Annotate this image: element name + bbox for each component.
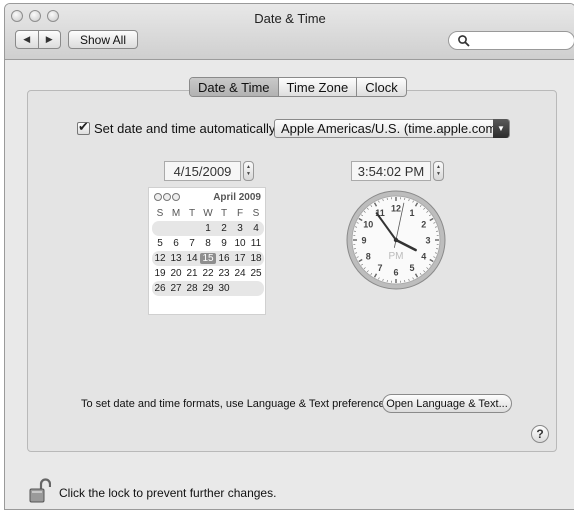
- calendar-day[interactable]: 20: [168, 268, 184, 279]
- calendar-weekday: S: [156, 208, 164, 219]
- clock-number: 2: [421, 220, 426, 230]
- help-icon[interactable]: ?: [531, 425, 549, 443]
- calendar-weekday: W: [203, 208, 213, 219]
- tab-clock[interactable]: Clock: [356, 78, 406, 96]
- calendar-week-row: 26 27 28 29 30: [152, 281, 264, 296]
- date-field[interactable]: 4/15/2009: [164, 161, 241, 181]
- clock-number: 6: [393, 268, 398, 278]
- calendar-day[interactable]: 7: [184, 238, 200, 249]
- calendar-day[interactable]: 22: [200, 268, 216, 279]
- preferences-window: Date & Time ◀ ▶ Show All Date & Time Tim…: [4, 3, 574, 510]
- auto-time-row: Set date and time automatically:: [77, 119, 279, 138]
- calendar-day[interactable]: 27: [168, 283, 184, 294]
- calendar-weekday-row: SMTWTFS: [152, 206, 264, 221]
- clock-number: 10: [363, 220, 373, 230]
- clock-number: 3: [425, 236, 430, 246]
- calendar-weekday: F: [236, 208, 244, 219]
- clock-number: 12: [391, 204, 401, 214]
- open-lock-icon[interactable]: [29, 478, 51, 504]
- calendar-day[interactable]: 10: [232, 238, 248, 249]
- calendar-weekday: S: [252, 208, 260, 219]
- calendar-day[interactable]: 17: [232, 253, 248, 264]
- calendar-day[interactable]: 26: [152, 283, 168, 294]
- clock-center-pin: [393, 237, 399, 243]
- tab-date-time[interactable]: Date & Time: [190, 78, 278, 96]
- forward-button[interactable]: ▶: [37, 31, 61, 48]
- lock-text: Click the lock to prevent further change…: [59, 486, 277, 500]
- time-stepper[interactable]: ▲ ▼: [433, 161, 444, 181]
- time-field[interactable]: 3:54:02 PM: [351, 161, 431, 181]
- auto-time-label: Set date and time automatically:: [94, 121, 279, 136]
- calendar-day[interactable]: 15: [200, 253, 216, 264]
- calendar-day[interactable]: 14: [184, 253, 200, 264]
- calendar-day[interactable]: 23: [216, 268, 232, 279]
- window-title: Date & Time: [254, 11, 326, 26]
- title-bar: Date & Time ◀ ▶ Show All: [5, 4, 574, 60]
- calendar-week-row: 5 6 7 8 9 10 11: [152, 236, 264, 251]
- calendar-day[interactable]: 8: [200, 238, 216, 249]
- calendar-day[interactable]: 24: [232, 268, 248, 279]
- calendar: April 2009 S M T W T F S 1 2 3 4 5 6 7 8 9 10 11 12 13 14 15 1…: [148, 187, 266, 315]
- clock-number: 9: [361, 236, 366, 246]
- calendar-next-icon[interactable]: [172, 193, 180, 201]
- calendar-day[interactable]: 1: [200, 223, 216, 234]
- calendar-week-row: 1234: [152, 221, 264, 236]
- open-language-text-button[interactable]: Open Language & Text...: [382, 394, 512, 413]
- navigation-buttons: ◀ ▶: [15, 30, 61, 49]
- clock-number: 7: [377, 263, 382, 273]
- calendar-today-icon[interactable]: [163, 193, 171, 201]
- calendar-day[interactable]: 2: [216, 223, 232, 234]
- calendar-day[interactable]: 4: [248, 223, 264, 234]
- calendar-day[interactable]: 13: [168, 253, 184, 264]
- calendar-day[interactable]: 9: [216, 238, 232, 249]
- tab-time-zone[interactable]: Time Zone: [277, 78, 357, 96]
- calendar-day[interactable]: 28: [184, 283, 200, 294]
- calendar-header: April 2009: [154, 191, 261, 203]
- search-field[interactable]: [448, 31, 574, 50]
- time-server-value: Apple Americas/U.S. (time.apple.com): [281, 121, 501, 136]
- calendar-weekday: T: [220, 208, 228, 219]
- auto-time-checkbox[interactable]: [77, 119, 90, 135]
- calendar-day[interactable]: 19: [152, 268, 168, 279]
- calendar-day[interactable]: 3: [232, 223, 248, 234]
- date-stepper[interactable]: ▲ ▼: [243, 161, 254, 181]
- calendar-day[interactable]: 25: [248, 268, 264, 279]
- calendar-day[interactable]: 30: [216, 283, 232, 294]
- time-server-popup[interactable]: Apple Americas/U.S. (time.apple.com) ▼: [274, 119, 510, 138]
- calendar-weekday: T: [188, 208, 196, 219]
- analog-clock[interactable]: 12 1234567891011PM: [345, 189, 447, 291]
- calendar-week-row: 19 20 21 22 23 24 25: [152, 266, 264, 281]
- calendar-day[interactable]: 18: [248, 253, 264, 264]
- search-icon: [458, 35, 470, 47]
- calendar-month-label: April 2009: [213, 191, 261, 203]
- calendar-grid: S M T W T F S 1 2 3 4 5 6 7 8 9 10 11 12 13 14 15 16 17 18 19 20 21…: [152, 206, 264, 296]
- formats-text: To set date and time formats, use Langua…: [81, 398, 394, 410]
- back-button[interactable]: ◀: [16, 31, 38, 48]
- popup-arrow-icon: ▼: [493, 119, 509, 138]
- clock-number: 1: [409, 208, 414, 218]
- calendar-day[interactable]: 21: [184, 268, 200, 279]
- clock-number: 4: [421, 252, 426, 262]
- calendar-day[interactable]: 5: [152, 238, 168, 249]
- tab-bar: Date & Time Time Zone Clock: [189, 77, 407, 97]
- back-arrow-icon: ◀: [23, 34, 31, 44]
- clock-meridiem: PM: [389, 251, 404, 262]
- calendar-day[interactable]: 11: [248, 238, 264, 249]
- show-all-button[interactable]: Show All: [68, 30, 138, 49]
- clock-number: 5: [409, 263, 414, 273]
- calendar-day[interactable]: 29: [200, 283, 216, 294]
- clock-number: 8: [366, 252, 371, 262]
- forward-arrow-icon: ▶: [45, 34, 53, 44]
- calendar-prev-icon[interactable]: [154, 193, 162, 201]
- calendar-day[interactable]: 12: [152, 253, 168, 264]
- calendar-weekday: M: [171, 208, 181, 219]
- calendar-week-row: 12 13 14 15 16 17 18: [152, 251, 264, 266]
- calendar-day[interactable]: 6: [168, 238, 184, 249]
- calendar-day[interactable]: 16: [216, 253, 232, 264]
